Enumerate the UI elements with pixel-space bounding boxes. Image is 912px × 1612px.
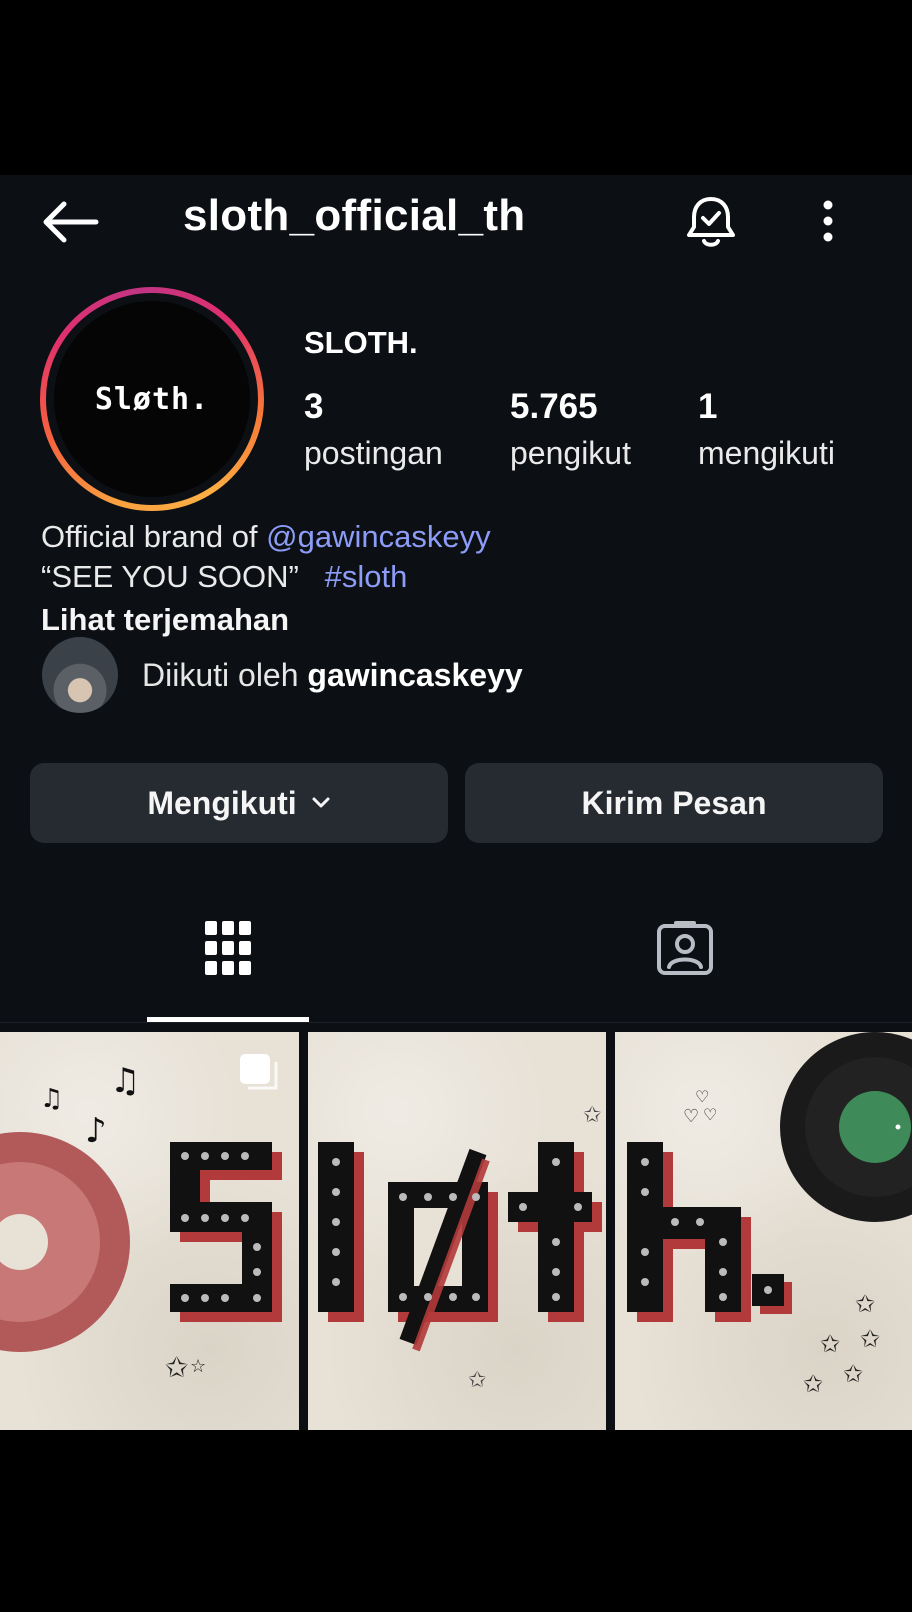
see-translation-link[interactable]: Lihat terjemahan [41, 602, 289, 638]
profile-username: sloth_official_th [183, 191, 526, 240]
post-tile-3[interactable]: ♡ ♡ ♡ ✩ ✩ ✩ ✩ ✩ [615, 1032, 912, 1430]
post-1-artwork: ♫ ♪ ♫ ✩ ☆ [0, 1054, 282, 1384]
follower-avatar [42, 637, 118, 713]
send-message-button[interactable]: Kirim Pesan [465, 763, 883, 843]
svg-text:♫: ♫ [110, 1061, 140, 1101]
post-tile-2[interactable]: ✩ ✩ [308, 1032, 606, 1430]
bio-mention-link[interactable]: @gawincaskeyy [266, 519, 490, 554]
svg-text:✩: ✩ [860, 1325, 880, 1353]
followers-label: pengikut [510, 435, 631, 471]
bio-prefix: Official brand of [41, 519, 267, 554]
bio-quote: “SEE YOU SOON” [41, 559, 299, 594]
grid-icon [205, 921, 251, 975]
posts-count: 3 [304, 387, 324, 426]
more-options-button[interactable] [808, 193, 848, 249]
display-name: SLOTH. [304, 325, 418, 360]
followed-by-text: Diikuti oleh gawincaskeyy [142, 657, 523, 694]
followed-by-row[interactable]: Diikuti oleh gawincaskeyy [42, 637, 523, 713]
following-label: mengikuti [698, 435, 835, 471]
following-count: 1 [698, 387, 718, 426]
followed-by-prefix: Diikuti oleh [142, 656, 308, 693]
svg-text:✩: ✩ [583, 1103, 601, 1128]
following-button[interactable]: Mengikuti [30, 763, 448, 843]
tabs-divider [0, 1022, 912, 1023]
notifications-button[interactable] [683, 193, 739, 249]
svg-text:♡: ♡ [703, 1105, 717, 1124]
svg-text:✩: ✩ [843, 1360, 863, 1388]
svg-text:♪: ♪ [85, 1111, 107, 1151]
send-message-label: Kirim Pesan [581, 784, 767, 821]
followed-by-user: gawincaskeyy [307, 656, 523, 693]
post-3-artwork: ♡ ♡ ♡ ✩ ✩ ✩ ✩ ✩ [627, 1032, 912, 1398]
post-tile-1[interactable]: ♫ ♪ ♫ ✩ ☆ [0, 1032, 299, 1430]
svg-text:✩: ✩ [165, 1351, 188, 1384]
profile-bio: Official brand of @gawincaskeyy “SEE YOU… [41, 517, 491, 597]
tagged-person-icon [657, 921, 713, 975]
svg-text:♡: ♡ [695, 1087, 709, 1106]
stat-following[interactable]: 1 mengikuti [698, 387, 835, 472]
arrow-left-icon [43, 201, 99, 243]
profile-screen: sloth_official_th Sløth. SLOTH. 3 postin… [0, 175, 912, 1430]
svg-text:♫: ♫ [40, 1084, 63, 1114]
more-vertical-icon [823, 200, 833, 242]
stat-posts[interactable]: 3 postingan [304, 387, 443, 472]
followers-count: 5.765 [510, 387, 598, 426]
svg-text:✩: ✩ [820, 1330, 840, 1358]
bio-line-2: “SEE YOU SOON” #sloth [41, 557, 491, 597]
svg-text:♡: ♡ [683, 1106, 699, 1127]
stat-followers[interactable]: 5.765 pengikut [510, 387, 631, 472]
profile-avatar[interactable]: Sløth. [40, 287, 264, 511]
tab-posts-grid[interactable] [147, 893, 309, 1003]
tab-tagged[interactable] [604, 893, 766, 1003]
posts-label: postingan [304, 435, 443, 471]
following-button-label: Mengikuti [147, 784, 297, 821]
avatar-logo-text: Sløth. [94, 381, 210, 417]
svg-text:✩: ✩ [803, 1370, 823, 1398]
bio-hashtag-link[interactable]: #sloth [325, 559, 408, 594]
top-bar: sloth_official_th [0, 175, 912, 267]
svg-text:✩: ✩ [468, 1368, 486, 1393]
svg-text:☆: ☆ [190, 1356, 206, 1377]
bio-line-1: Official brand of @gawincaskeyy [41, 517, 491, 557]
back-button[interactable] [40, 197, 100, 247]
post-2-artwork: ✩ ✩ [318, 1103, 602, 1393]
chevron-down-icon [312, 797, 330, 808]
svg-text:✩: ✩ [855, 1290, 875, 1318]
bell-check-icon [687, 197, 735, 247]
avatar-image: Sløth. [54, 301, 250, 497]
